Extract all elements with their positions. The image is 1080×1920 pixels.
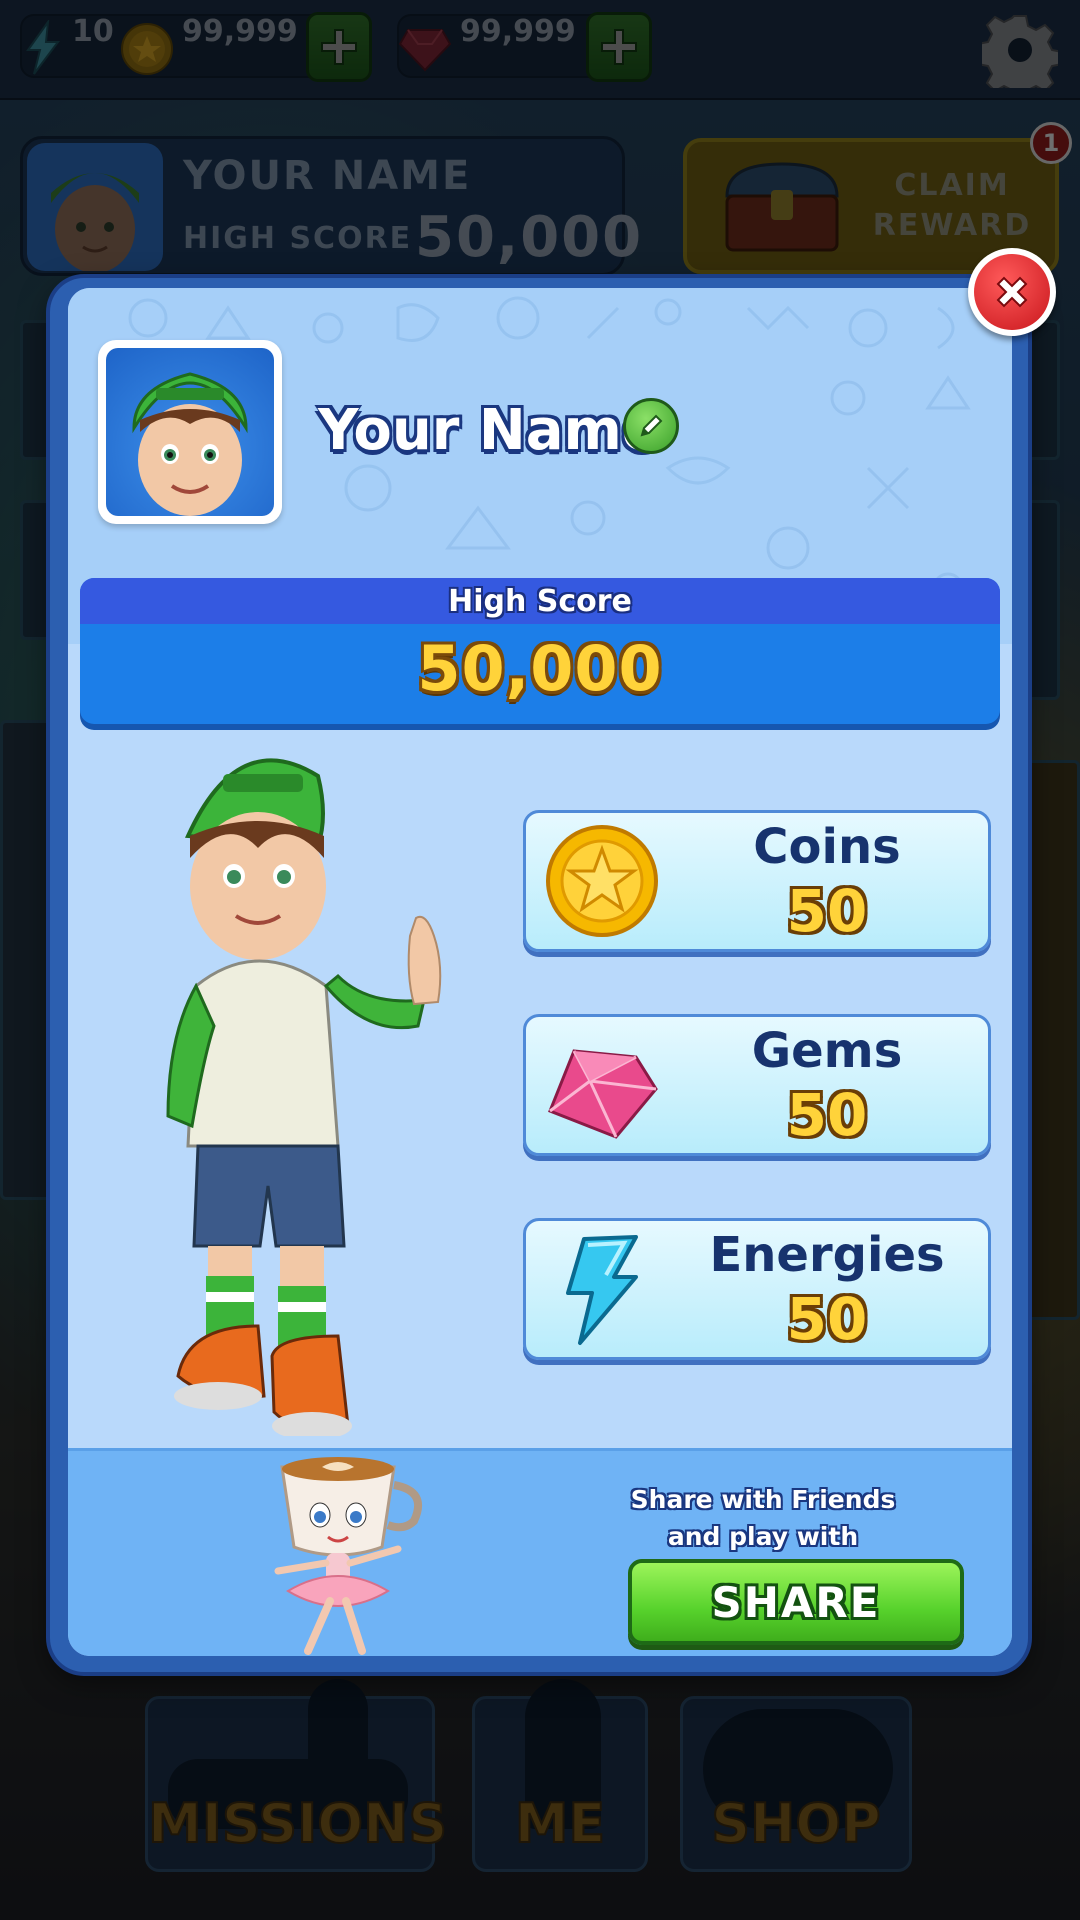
- energies-label: Energies: [709, 1227, 945, 1283]
- lightning-icon: [566, 1235, 638, 1345]
- close-icon: [996, 276, 1028, 308]
- profile-modal-body: Your Name High Score 50,000 Coins 50 Gem…: [68, 288, 1012, 1656]
- player-name: Your Name: [318, 398, 660, 463]
- coins-label: Coins: [753, 819, 901, 875]
- energies-stat-card: Energies 50: [523, 1218, 991, 1360]
- player-character-illustration: [166, 758, 442, 1436]
- share-button[interactable]: SHARE: [628, 1559, 964, 1645]
- coffee-cup-character-illustration: [274, 1457, 422, 1655]
- gems-stat-card: Gems 50: [523, 1014, 991, 1156]
- high-score-value: 50,000: [417, 632, 663, 705]
- edit-name-button[interactable]: [623, 398, 679, 454]
- close-button[interactable]: [968, 248, 1056, 336]
- energies-value: 50: [786, 1285, 868, 1353]
- coins-stat-card: Coins 50: [523, 810, 991, 952]
- share-section: Share with Friends and play with them! S…: [68, 1448, 1012, 1656]
- high-score-panel: High Score 50,000: [80, 578, 1000, 724]
- gems-label: Gems: [751, 1023, 903, 1079]
- gems-value: 50: [786, 1081, 868, 1149]
- pencil-icon: [640, 414, 663, 437]
- high-score-label: High Score: [448, 584, 632, 619]
- gem-icon: [548, 1049, 658, 1139]
- profile-modal: Your Name High Score 50,000 Coins 50 Gem…: [50, 278, 1028, 1672]
- player-avatar[interactable]: [98, 340, 282, 524]
- coin-icon: [546, 825, 658, 937]
- coins-value: 50: [786, 877, 868, 945]
